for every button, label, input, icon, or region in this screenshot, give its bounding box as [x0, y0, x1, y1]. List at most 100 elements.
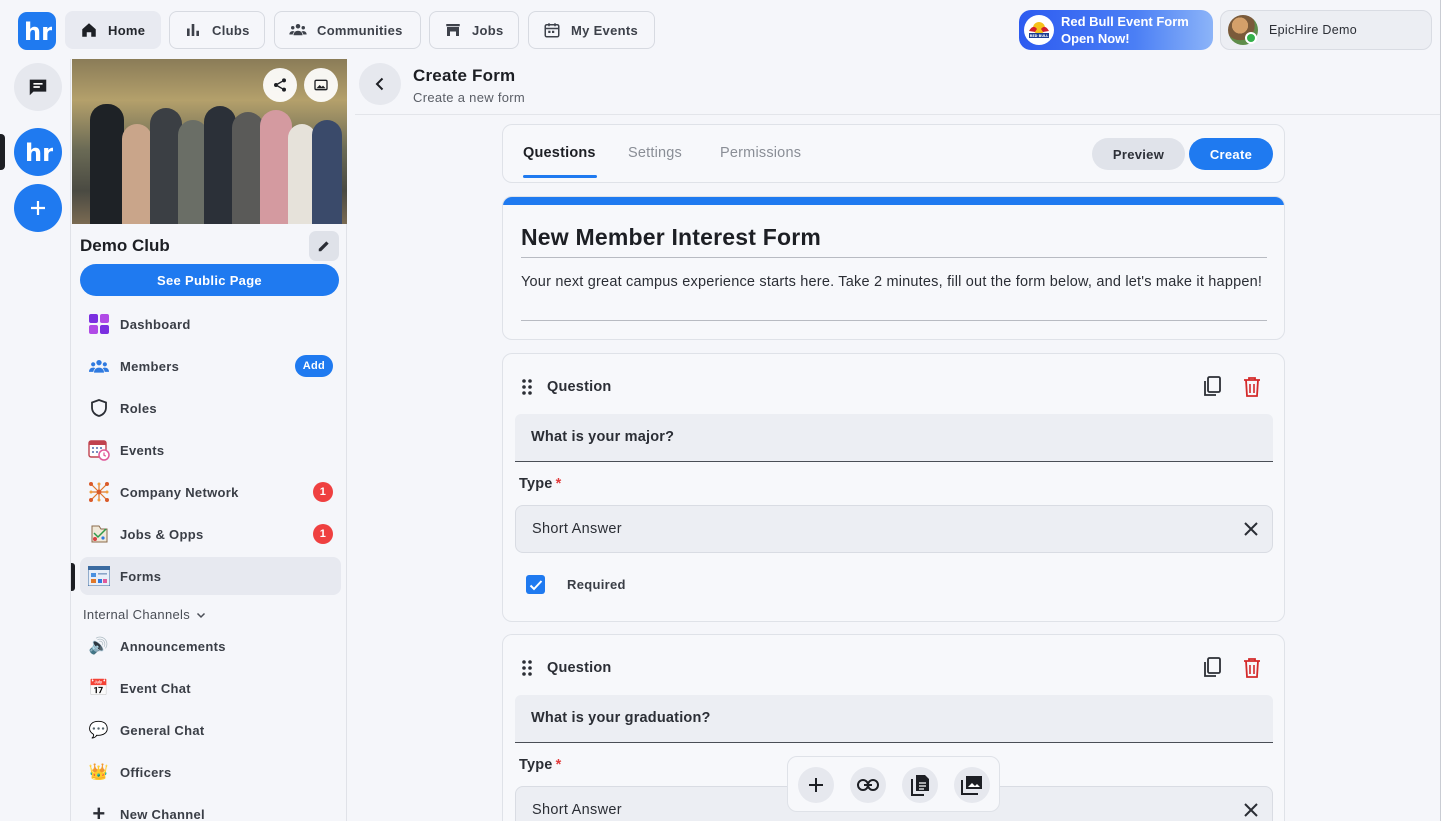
channel-officers[interactable]: 👑 Officers [80, 753, 341, 791]
calendar-emoji-icon: 📅 [88, 680, 110, 697]
svg-text:hr: hr [25, 139, 53, 165]
sidebar-item-label: Events [120, 442, 165, 458]
shield-icon [88, 397, 110, 419]
add-image-button[interactable] [954, 767, 990, 803]
home-icon [82, 23, 96, 37]
tab-questions[interactable]: Questions [523, 145, 596, 161]
clear-icon[interactable] [1240, 799, 1262, 821]
forms-icon [88, 565, 110, 587]
sidebar-item-jobs-opps[interactable]: Jobs & Opps 1 [80, 515, 341, 553]
image-icon [314, 79, 328, 91]
sidebar-item-label: Members [120, 358, 180, 374]
add-member-button[interactable]: Add [294, 355, 333, 377]
chevron-down-icon [196, 612, 206, 618]
clear-icon[interactable] [1240, 518, 1262, 540]
change-cover-button[interactable] [304, 68, 338, 102]
crown-icon: 👑 [88, 764, 110, 781]
question-text-input[interactable]: What is your graduation? [515, 695, 1273, 743]
link-icon [857, 779, 879, 791]
pencil-icon [318, 241, 329, 252]
trash-icon[interactable] [1243, 657, 1261, 679]
question-card: Question What is your major? Type * Short… [502, 353, 1285, 622]
required-asterisk: * [555, 476, 562, 492]
nav-communities[interactable]: Communities [274, 11, 421, 49]
see-public-page-button[interactable]: See Public Page [80, 264, 339, 296]
nav-home[interactable]: Home [65, 11, 161, 49]
notification-badge: 1 [313, 482, 333, 502]
add-link-button[interactable] [850, 767, 886, 803]
channel-general-chat[interactable]: 💬 General Chat [80, 711, 341, 749]
required-checkbox[interactable] [526, 575, 545, 594]
drag-handle-icon[interactable] [521, 659, 533, 677]
page-subtitle: Create a new form [413, 90, 526, 105]
internal-channels-toggle[interactable]: Internal Channels [83, 607, 206, 622]
people-icon [289, 24, 307, 36]
question-type-select[interactable]: Short Answer [515, 505, 1273, 553]
sidebar-active-indicator [71, 563, 75, 591]
club-cover-photo [72, 59, 347, 224]
nav-home-label: Home [108, 22, 146, 38]
sidebar-item-label: Forms [120, 568, 162, 584]
form-title-input[interactable]: New Member Interest Form [521, 224, 821, 251]
channel-event-chat[interactable]: 📅 Event Chat [80, 669, 341, 707]
promo-title: Red Bull Event Form [1061, 14, 1189, 29]
nav-communities-label: Communities [317, 22, 403, 38]
chat-rail-button[interactable] [14, 63, 62, 111]
svg-text:hr: hr [24, 18, 52, 44]
checkmark-icon [529, 579, 542, 590]
duplicate-icon[interactable] [1202, 376, 1222, 398]
sidebar-item-members[interactable]: Members Add [80, 347, 341, 385]
create-button[interactable]: Create [1189, 138, 1273, 170]
question-type-value: Short Answer [532, 802, 622, 818]
channel-label: Officers [120, 764, 172, 780]
trash-icon[interactable] [1243, 376, 1261, 398]
copy-file-icon [911, 775, 929, 796]
sidebar-item-dashboard[interactable]: Dashboard [80, 305, 341, 343]
sidebar-item-roles[interactable]: Roles [80, 389, 341, 427]
channel-label: Announcements [120, 638, 226, 654]
jobs-icon [88, 523, 110, 545]
floating-question-toolbar [787, 756, 1000, 812]
plus-icon [31, 201, 45, 215]
channel-label: General Chat [120, 722, 205, 738]
nav-jobs[interactable]: Jobs [429, 11, 519, 49]
sidebar-item-company-network[interactable]: Company Network 1 [80, 473, 341, 511]
chat-icon [29, 79, 47, 96]
image-gallery-icon [961, 776, 982, 795]
share-button[interactable] [263, 68, 297, 102]
preview-button[interactable]: Preview [1092, 138, 1185, 170]
new-channel-button[interactable]: + New Channel [80, 795, 341, 821]
duplicate-icon[interactable] [1202, 657, 1222, 679]
sidebar-item-events[interactable]: Events [80, 431, 341, 469]
speech-bubble-icon: 💬 [88, 722, 110, 739]
user-menu[interactable]: EpicHire Demo [1220, 10, 1432, 50]
edit-club-button[interactable] [309, 231, 339, 261]
add-club-button[interactable] [14, 184, 62, 232]
tab-permissions[interactable]: Permissions [720, 145, 801, 161]
nav-my-events-label: My Events [571, 22, 639, 38]
add-question-button[interactable] [798, 767, 834, 803]
notification-badge: 1 [313, 524, 333, 544]
back-button[interactable] [359, 63, 401, 105]
user-name: EpicHire Demo [1269, 23, 1357, 37]
description-underline [521, 320, 1267, 321]
promo-banner[interactable]: RED BULL Red Bull Event Form Open Now! [1019, 10, 1213, 50]
import-questions-button[interactable] [902, 767, 938, 803]
sidebar-item-forms[interactable]: Forms [80, 557, 341, 595]
club-rail-button[interactable]: hr [14, 128, 62, 176]
required-label: Required [567, 577, 626, 592]
channel-announcements[interactable]: 🔊 Announcements [80, 627, 341, 665]
store-icon [446, 24, 460, 36]
speaker-icon: 🔊 [88, 638, 110, 655]
drag-handle-icon[interactable] [521, 378, 533, 396]
nav-clubs[interactable]: Clubs [169, 11, 265, 49]
members-icon [88, 355, 110, 377]
tab-settings[interactable]: Settings [628, 145, 682, 161]
red-bull-logo-icon: RED BULL [1029, 22, 1049, 38]
form-description-input[interactable]: Your next great campus experience starts… [521, 272, 1267, 293]
question-type-value: Short Answer [532, 521, 622, 537]
question-text-input[interactable]: What is your major? [515, 414, 1273, 462]
nav-my-events[interactable]: My Events [528, 11, 655, 49]
app-logo[interactable]: hr [18, 12, 56, 50]
title-underline [521, 257, 1267, 258]
